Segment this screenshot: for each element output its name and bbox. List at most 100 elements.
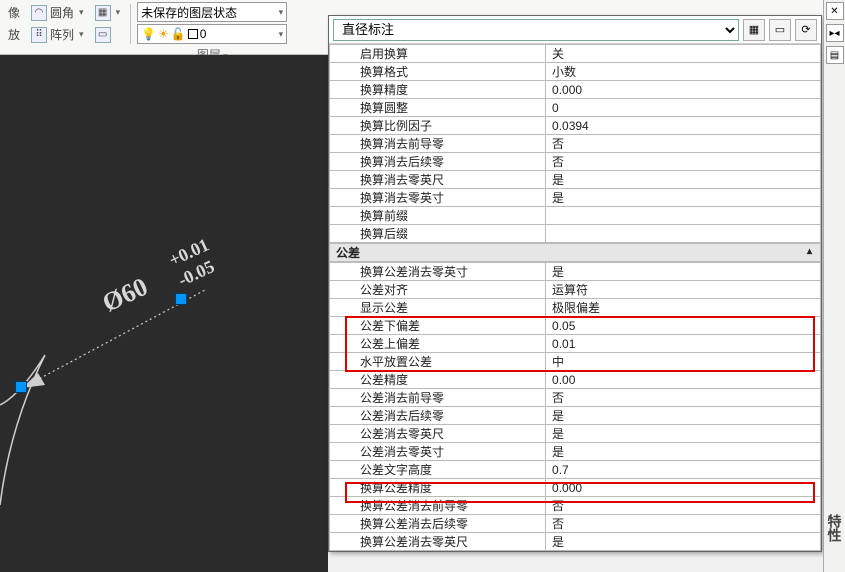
property-value[interactable]: 是 bbox=[546, 425, 821, 443]
properties-panel: 直径标注 ▦ ▭ ⟳ 启用换算关换算格式小数换算精度0.000换算圆整0换算比例… bbox=[328, 15, 822, 552]
sun-icon: ☀ bbox=[158, 27, 169, 41]
property-value[interactable]: 关 bbox=[546, 45, 821, 63]
property-row: 公差消去后续零是 bbox=[330, 407, 821, 425]
property-value[interactable] bbox=[546, 207, 821, 225]
property-row: 换算前缀 bbox=[330, 207, 821, 225]
property-row: 公差消去零英寸是 bbox=[330, 443, 821, 461]
property-value[interactable]: 是 bbox=[546, 189, 821, 207]
array-button[interactable]: ⠿阵列▾ bbox=[27, 24, 88, 45]
property-row: 换算消去零英尺是 bbox=[330, 171, 821, 189]
mirror-button[interactable]: 像 bbox=[4, 2, 24, 23]
properties-grid-tolerance-body: 换算公差消去零英寸是公差对齐运算符显示公差极限偏差公差下偏差0.05公差上偏差0… bbox=[329, 262, 821, 551]
chevron-down-icon: ▾ bbox=[79, 7, 84, 18]
property-value[interactable]: 运算符 bbox=[546, 281, 821, 299]
fillet-button[interactable]: ◠圆角▾ bbox=[27, 2, 88, 23]
property-label: 换算后缀 bbox=[330, 225, 546, 243]
property-row: 显示公差极限偏差 bbox=[330, 299, 821, 317]
property-value[interactable]: 0.000 bbox=[546, 479, 821, 497]
property-row: 换算公差消去后续零否 bbox=[330, 515, 821, 533]
svg-text:Ø60: Ø60 bbox=[98, 272, 152, 318]
property-label: 公差消去零英尺 bbox=[330, 425, 546, 443]
property-label: 公差对齐 bbox=[330, 281, 546, 299]
chevron-down-icon: ▾ bbox=[279, 7, 284, 18]
property-row: 换算消去前导零否 bbox=[330, 135, 821, 153]
property-value[interactable]: 0.0394 bbox=[546, 117, 821, 135]
property-value[interactable]: 否 bbox=[546, 153, 821, 171]
lightbulb-icon: 💡 bbox=[141, 27, 156, 41]
drawing-canvas[interactable]: Ø60 +0.01 -0.05 bbox=[0, 55, 328, 572]
property-row: 启用换算关 bbox=[330, 45, 821, 63]
property-label: 换算消去零英寸 bbox=[330, 189, 546, 207]
extra-button-2[interactable]: ▭ bbox=[91, 25, 115, 45]
lock-icon: 🔓 bbox=[171, 27, 186, 41]
property-row: 公差消去零英尺是 bbox=[330, 425, 821, 443]
property-label: 换算比例因子 bbox=[330, 117, 546, 135]
property-value[interactable]: 是 bbox=[546, 263, 821, 281]
extra-button-1[interactable]: ▦▾ bbox=[91, 3, 125, 23]
property-value[interactable]: 否 bbox=[546, 515, 821, 533]
layer-dropdown[interactable]: 💡 ☀ 🔓 ▾ bbox=[137, 24, 287, 44]
property-value[interactable]: 0.05 bbox=[546, 317, 821, 335]
quick-select-button[interactable]: ⟳ bbox=[795, 19, 817, 41]
property-row: 公差下偏差0.05 bbox=[330, 317, 821, 335]
property-label: 公差文字高度 bbox=[330, 461, 546, 479]
dock-toggle-button[interactable]: ▤ bbox=[826, 46, 844, 64]
property-row: 换算公差消去零英尺是 bbox=[330, 533, 821, 551]
property-label: 换算消去前导零 bbox=[330, 135, 546, 153]
property-row: 水平放置公差中 bbox=[330, 353, 821, 371]
grip-point[interactable] bbox=[15, 381, 27, 393]
dock-left-button[interactable]: ▸◂ bbox=[826, 24, 844, 42]
property-row: 公差文字高度0.7 bbox=[330, 461, 821, 479]
property-value[interactable]: 0.00 bbox=[546, 371, 821, 389]
category-header-tolerance[interactable]: 公差▴ bbox=[330, 244, 821, 262]
tool-icon: ▭ bbox=[95, 27, 111, 43]
layer-color-swatch bbox=[188, 29, 198, 39]
property-row: 换算精度0.000 bbox=[330, 81, 821, 99]
scale-button[interactable]: 放 bbox=[4, 24, 24, 45]
layer-state-dropdown[interactable]: 未保存的图层状态 ▾ bbox=[137, 2, 287, 22]
collapse-icon: ▴ bbox=[807, 246, 812, 257]
property-row: 公差消去前导零否 bbox=[330, 389, 821, 407]
tool-icon: ▦ bbox=[95, 5, 111, 21]
close-panel-button[interactable]: ✕ bbox=[826, 2, 844, 20]
property-value[interactable]: 是 bbox=[546, 533, 821, 551]
property-value[interactable]: 0.01 bbox=[546, 335, 821, 353]
property-value[interactable]: 0.000 bbox=[546, 81, 821, 99]
property-value[interactable]: 是 bbox=[546, 443, 821, 461]
property-value[interactable]: 否 bbox=[546, 389, 821, 407]
select-objects-button[interactable]: ▭ bbox=[769, 19, 791, 41]
property-row: 换算公差消去零英寸是 bbox=[330, 263, 821, 281]
separator bbox=[130, 4, 131, 44]
property-label: 换算公差消去零英尺 bbox=[330, 533, 546, 551]
layer-name-field[interactable] bbox=[200, 27, 220, 41]
array-icon: ⠿ bbox=[31, 27, 47, 43]
property-value[interactable] bbox=[546, 225, 821, 243]
property-label: 换算公差消去零英寸 bbox=[330, 263, 546, 281]
property-row: 换算消去后续零否 bbox=[330, 153, 821, 171]
property-label: 公差上偏差 bbox=[330, 335, 546, 353]
right-dock-strip: ✕ ▸◂ ▤ 特性 bbox=[823, 0, 845, 572]
property-value[interactable]: 否 bbox=[546, 497, 821, 515]
property-row: 公差对齐运算符 bbox=[330, 281, 821, 299]
property-row: 公差上偏差0.01 bbox=[330, 335, 821, 353]
property-row: 换算公差精度0.000 bbox=[330, 479, 821, 497]
property-value[interactable]: 是 bbox=[546, 407, 821, 425]
property-row: 换算格式小数 bbox=[330, 63, 821, 81]
property-value[interactable]: 0.7 bbox=[546, 461, 821, 479]
property-value[interactable]: 中 bbox=[546, 353, 821, 371]
object-type-select[interactable]: 直径标注 bbox=[333, 19, 739, 41]
property-value[interactable]: 极限偏差 bbox=[546, 299, 821, 317]
property-label: 公差下偏差 bbox=[330, 317, 546, 335]
property-value[interactable]: 否 bbox=[546, 135, 821, 153]
grip-point[interactable] bbox=[175, 293, 187, 305]
property-label: 换算公差消去前导零 bbox=[330, 497, 546, 515]
toggle-pickadd-button[interactable]: ▦ bbox=[743, 19, 765, 41]
property-value[interactable]: 0 bbox=[546, 99, 821, 117]
chevron-down-icon: ▾ bbox=[79, 29, 84, 40]
property-row: 换算圆整0 bbox=[330, 99, 821, 117]
properties-header: 直径标注 ▦ ▭ ⟳ bbox=[329, 16, 821, 44]
property-label: 换算精度 bbox=[330, 81, 546, 99]
property-row: 公差精度0.00 bbox=[330, 371, 821, 389]
property-value[interactable]: 小数 bbox=[546, 63, 821, 81]
property-value[interactable]: 是 bbox=[546, 171, 821, 189]
